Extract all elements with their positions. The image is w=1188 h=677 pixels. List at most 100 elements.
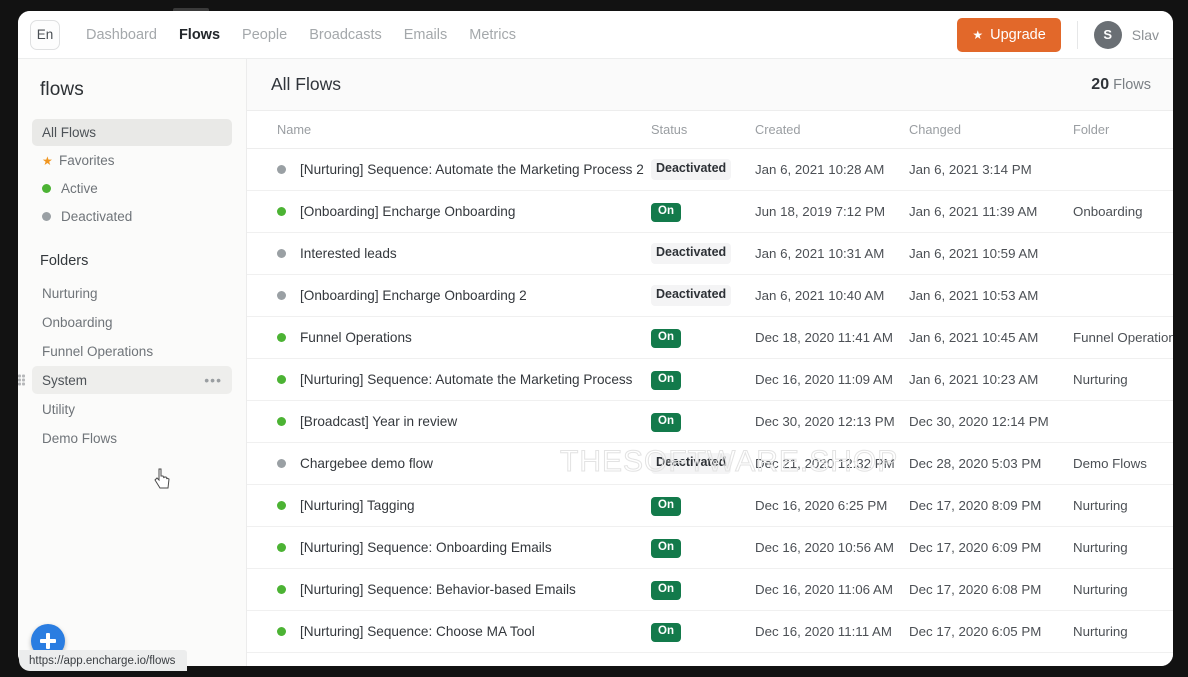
sidebar-folder-demo-flows[interactable]: Demo Flows xyxy=(32,424,232,452)
table-row[interactable]: [Nurturing] Sequence: Onboarding Emails O… xyxy=(247,527,1173,569)
cell-changed: Jan 6, 2021 10:23 AM xyxy=(909,371,1073,389)
flow-name-label: [Nurturing] Sequence: Choose MA Tool xyxy=(300,624,535,639)
status-badge: On xyxy=(651,371,681,390)
status-dot-icon xyxy=(277,375,286,384)
sidebar-folder-list: Nurturing Onboarding Funnel Operations Syst… xyxy=(18,279,246,452)
nav-link-emails[interactable]: Emails xyxy=(404,27,448,43)
table-row[interactable]: Chargebee demo flow Deactivated Dec 21, 20… xyxy=(247,443,1173,485)
cell-changed: Dec 28, 2020 5:03 PM xyxy=(909,455,1073,473)
cell-name[interactable]: Chargebee demo flow xyxy=(247,456,651,471)
flow-count-number: 20 xyxy=(1091,75,1110,93)
sidebar-folder-onboarding[interactable]: Onboarding xyxy=(32,308,232,336)
column-header-folder[interactable]: Folder xyxy=(1073,122,1173,137)
table-row[interactable]: [Onboarding] Encharge Onboarding 2 Deacti… xyxy=(247,275,1173,317)
cell-status[interactable]: On xyxy=(651,369,755,390)
cell-name[interactable]: [Nurturing] Sequence: Behavior-based Ema… xyxy=(247,582,651,597)
status-dot-icon xyxy=(277,627,286,636)
cell-created-label: Dec 16, 2020 11:09 AM xyxy=(755,371,893,387)
table-row[interactable]: [Nurturing] Sequence: Automate the Marke… xyxy=(247,149,1173,191)
folder-more-options-icon[interactable]: ••• xyxy=(204,373,222,387)
nav-link-metrics[interactable]: Metrics xyxy=(469,27,516,43)
cell-status[interactable]: On xyxy=(651,201,755,222)
cell-name[interactable]: [Onboarding] Encharge Onboarding xyxy=(247,204,651,219)
cell-name[interactable]: [Onboarding] Encharge Onboarding 2 xyxy=(247,288,651,303)
cell-name[interactable]: Interested leads xyxy=(247,246,651,261)
sidebar-folder-nurturing[interactable]: Nurturing xyxy=(32,279,232,307)
cell-status[interactable]: On xyxy=(651,579,755,600)
nav-link-flows[interactable]: Flows xyxy=(179,27,220,43)
cell-changed-label: Jan 6, 2021 10:59 AM xyxy=(909,245,1039,261)
cell-name[interactable]: [Nurturing] Sequence: Automate the Marke… xyxy=(247,372,651,387)
cell-folder-label: Onboarding xyxy=(1073,203,1143,219)
sidebar-folder-utility[interactable]: Utility xyxy=(32,395,232,423)
status-dot-icon xyxy=(277,207,286,216)
cell-changed: Dec 17, 2020 6:05 PM xyxy=(909,623,1073,641)
table-row[interactable]: [Onboarding] Encharge Onboarding On Jun 18… xyxy=(247,191,1173,233)
sidebar-item-deactivated[interactable]: Deactivated xyxy=(32,203,232,230)
cell-status[interactable]: Deactivated xyxy=(651,453,755,474)
cell-created: Dec 21, 2020 12:32 PM xyxy=(755,455,909,473)
cell-status[interactable]: Deactivated xyxy=(651,285,755,306)
cell-name[interactable]: [Nurturing] Sequence: Onboarding Emails xyxy=(247,540,651,555)
table-row[interactable]: [Nurturing] Tagging On Dec 16, 2020 6:25 P… xyxy=(247,485,1173,527)
nav-link-people[interactable]: People xyxy=(242,27,287,43)
cell-changed: Dec 17, 2020 6:09 PM xyxy=(909,539,1073,557)
sidebar-folder-system[interactable]: System ••• xyxy=(18,366,232,394)
cell-created: Jan 6, 2021 10:31 AM xyxy=(755,245,909,263)
sidebar-item-favorites[interactable]: ★ Favorites xyxy=(32,147,232,174)
column-header-created[interactable]: Created xyxy=(755,122,909,137)
sidebar-item-active[interactable]: Active xyxy=(32,175,232,202)
cell-name[interactable]: [Nurturing] Tagging xyxy=(247,498,651,513)
nav-divider xyxy=(1076,20,1078,49)
table-row[interactable]: [Broadcast] Year in review On Dec 30, 2020… xyxy=(247,401,1173,443)
upgrade-button[interactable]: ★ Upgrade xyxy=(957,17,1061,52)
status-dot-icon xyxy=(42,184,51,193)
main-nav-links: Dashboard Flows People Broadcasts Emails Metr… xyxy=(86,27,516,43)
sidebar-item-all-flows[interactable]: All Flows xyxy=(32,119,232,146)
status-dot-icon xyxy=(277,585,286,594)
sidebar-folder-funnel-operations[interactable]: Funnel Operations xyxy=(32,337,232,365)
table-row[interactable]: Funnel Operations On Dec 18, 2020 11:41 AM… xyxy=(247,317,1173,359)
language-badge[interactable]: En xyxy=(30,19,60,50)
table-row[interactable]: [Nurturing] Sequence: Choose MA Tool On De… xyxy=(247,611,1173,653)
column-header-name[interactable]: Name xyxy=(247,122,651,137)
cell-name[interactable]: [Nurturing] Sequence: Choose MA Tool xyxy=(247,624,651,639)
cell-status[interactable]: On xyxy=(651,621,755,642)
cell-name[interactable]: Funnel Operations xyxy=(247,330,651,345)
cell-changed: Jan 6, 2021 11:39 AM xyxy=(909,203,1073,221)
cell-status[interactable]: On xyxy=(651,495,755,516)
cell-folder: Funnel Operations xyxy=(1073,329,1173,347)
page-body: flows All Flows ★ Favorites Active Deactivat… xyxy=(18,59,1173,666)
cell-folder: Nurturing xyxy=(1073,371,1173,389)
cell-created-label: Jan 6, 2021 10:31 AM xyxy=(755,245,885,261)
table-row[interactable]: [Nurturing] Sequence: Automate the Marke… xyxy=(247,359,1173,401)
table-row[interactable]: [Nurturing] Sequence: Behavior-based Ema… xyxy=(247,569,1173,611)
cell-folder-label: Nurturing xyxy=(1073,497,1128,513)
nav-link-dashboard[interactable]: Dashboard xyxy=(86,27,157,43)
cell-created: Dec 16, 2020 10:56 AM xyxy=(755,539,909,557)
cell-status[interactable]: On xyxy=(651,411,755,432)
drag-handle-icon[interactable] xyxy=(18,374,26,386)
cell-status[interactable]: Deactivated xyxy=(651,243,755,264)
status-badge: On xyxy=(651,497,681,516)
table-row[interactable]: Interested leads Deactivated Jan 6, 2021 1… xyxy=(247,233,1173,275)
cell-changed-label: Jan 6, 2021 10:53 AM xyxy=(909,287,1039,303)
column-header-changed[interactable]: Changed xyxy=(909,122,1073,137)
cell-folder-label: Nurturing xyxy=(1073,623,1128,639)
column-header-status[interactable]: Status xyxy=(651,122,755,137)
cell-created: Dec 16, 2020 6:25 PM xyxy=(755,497,909,515)
cell-status[interactable]: On xyxy=(651,327,755,348)
status-dot-icon xyxy=(277,291,286,300)
avatar[interactable]: S xyxy=(1093,20,1122,49)
cell-name[interactable]: [Nurturing] Sequence: Automate the Marke… xyxy=(247,162,651,177)
cell-created-label: Jun 18, 2019 7:12 PM xyxy=(755,203,886,219)
main-header: All Flows 20 Flows xyxy=(247,59,1173,111)
flow-name-label: [Nurturing] Sequence: Automate the Marke… xyxy=(300,162,644,177)
user-name-label[interactable]: Slav xyxy=(1132,27,1159,43)
cell-status[interactable]: Deactivated xyxy=(651,159,755,180)
cell-status[interactable]: On xyxy=(651,537,755,558)
nav-link-broadcasts[interactable]: Broadcasts xyxy=(309,27,382,43)
flow-count: 20 Flows xyxy=(1091,76,1151,94)
cell-created: Dec 30, 2020 12:13 PM xyxy=(755,413,909,431)
cell-name[interactable]: [Broadcast] Year in review xyxy=(247,414,651,429)
